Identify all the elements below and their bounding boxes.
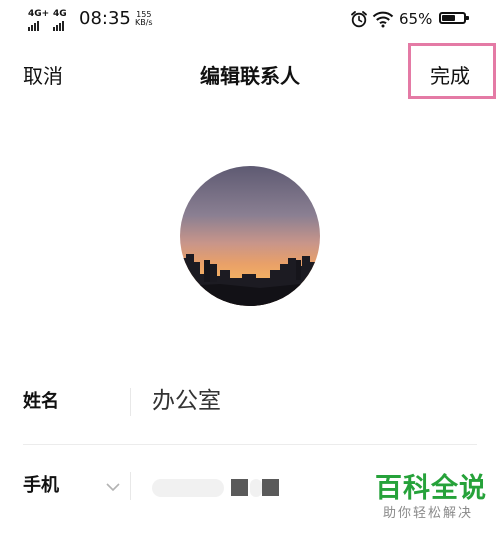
sunset-city-photo bbox=[180, 166, 320, 306]
divider bbox=[130, 472, 131, 500]
phone-number-input[interactable] bbox=[152, 476, 292, 500]
network-type-label: 4G+ bbox=[28, 9, 50, 19]
signal-bars-icon bbox=[53, 21, 64, 31]
battery-percent: 65% bbox=[399, 10, 433, 28]
name-input[interactable]: 办公室 bbox=[152, 386, 221, 416]
done-button[interactable]: 完成 bbox=[430, 63, 470, 89]
status-bar: 4G+ 4G 08:35 155 KB/s 65% bbox=[0, 0, 500, 38]
chevron-down-icon[interactable] bbox=[106, 482, 120, 492]
name-label: 姓名 bbox=[23, 391, 59, 412]
network-speed-unit: KB/s bbox=[135, 18, 153, 27]
alarm-icon bbox=[351, 11, 367, 28]
phone-type-label[interactable]: 手机 bbox=[23, 474, 59, 498]
row-divider bbox=[23, 444, 477, 445]
wifi-icon bbox=[372, 11, 394, 28]
divider bbox=[130, 388, 131, 416]
watermark-title: 百科全说 bbox=[375, 473, 487, 504]
battery-icon bbox=[439, 12, 469, 24]
clock: 08:35 bbox=[79, 8, 131, 29]
network-speed: 155 KB/s bbox=[135, 11, 153, 27]
signal-bars-icon bbox=[28, 21, 39, 31]
name-row: 姓名 办公室 bbox=[0, 376, 500, 432]
nav-bar: 取消 编辑联系人 完成 bbox=[0, 43, 500, 104]
battery-fill bbox=[442, 15, 455, 21]
contact-avatar[interactable] bbox=[180, 166, 320, 306]
watermark-subtitle: 助你轻松解决 bbox=[383, 506, 474, 521]
network-type-label: 4G bbox=[53, 9, 67, 19]
